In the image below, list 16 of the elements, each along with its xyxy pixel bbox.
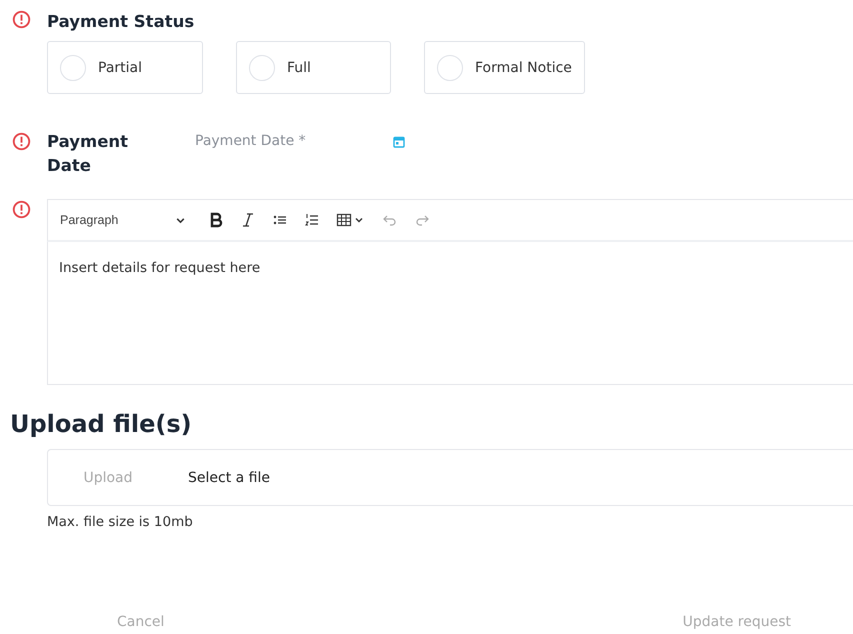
format-dropdown[interactable]: Paragraph (60, 213, 175, 227)
radio-option[interactable]: Full (236, 41, 391, 94)
radio-option[interactable]: Partial (47, 41, 203, 94)
text-area[interactable]: Insert details for request here (47, 242, 853, 385)
field-label: Payment Status (47, 11, 196, 33)
table-icon[interactable] (336, 212, 352, 228)
file-upload-field[interactable]: Upload Select a file (47, 449, 853, 506)
file-label: Select a file (188, 470, 270, 486)
hint-text: Max. file size is 10mb (47, 514, 194, 530)
radio-option[interactable]: Formal Notice (424, 41, 585, 94)
chevron-down-icon[interactable] (354, 215, 364, 225)
bold-icon[interactable] (208, 212, 224, 228)
numbered-list-icon[interactable] (304, 212, 320, 228)
field-label: Payment Date (47, 131, 130, 177)
section-heading: Upload file(s) (10, 409, 193, 440)
italic-icon[interactable] (240, 212, 256, 228)
